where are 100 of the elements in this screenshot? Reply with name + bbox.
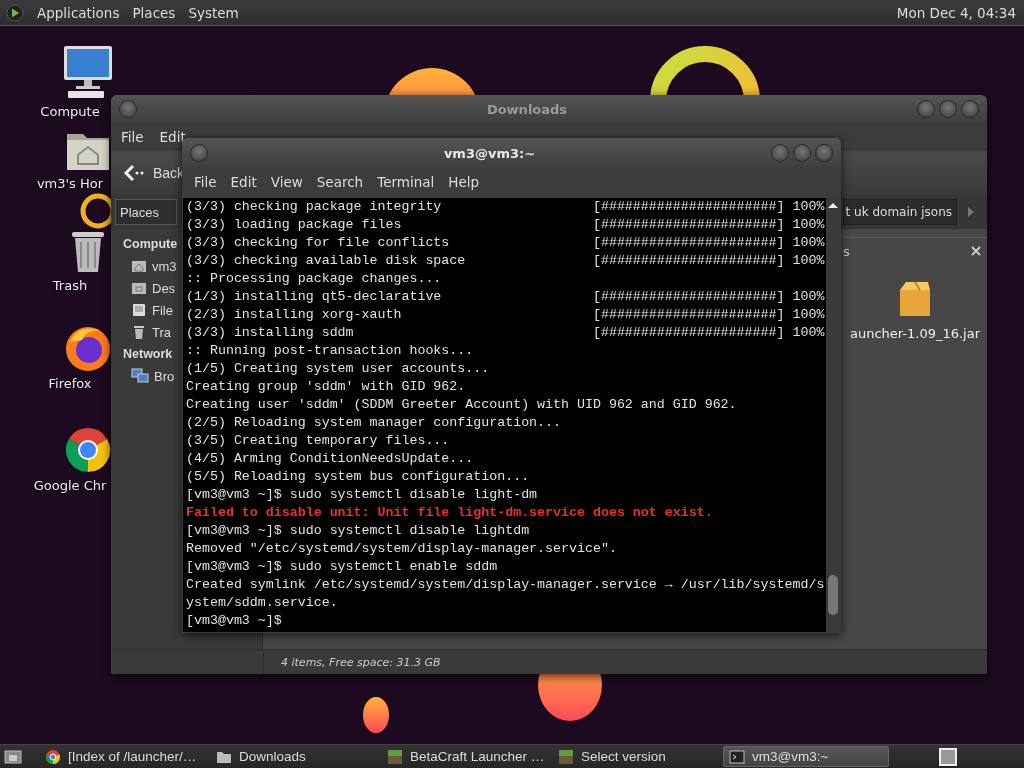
terminal-line: Created symlink /etc/systemd/system/display-manager.service → /usr/lib/systemd/s — [186, 576, 826, 594]
grass-block-icon — [558, 748, 574, 765]
terminal-line: (3/3) installing sddm — [186, 324, 355, 342]
window-control-button[interactable] — [815, 144, 833, 162]
play-logo-icon — [6, 3, 24, 22]
terminal-line: (3/3) loading package files — [186, 216, 403, 234]
progress-bar-text: [######################] — [592, 253, 785, 268]
panel-menu[interactable]: Places — [132, 4, 176, 21]
workspace-switcher-icon[interactable] — [938, 747, 958, 766]
path-button[interactable]: t uk domain jsons — [842, 199, 957, 225]
error-line: Failed to disable unit: Unit file light-dm.service does not exist. — [186, 504, 714, 522]
window-title: vm3@vm3:~ — [442, 145, 537, 161]
menu-item[interactable]: View — [264, 172, 309, 192]
file-name[interactable]: auncher-1.09_16.jar — [849, 326, 981, 341]
desktop-icon-label[interactable]: Trash — [30, 278, 110, 293]
window-control-button[interactable] — [119, 100, 137, 118]
terminal-line: [vm3@vm3 ~]$ sudo systemctl disable light-dm — [186, 486, 539, 504]
taskbar-button[interactable]: Select version — [552, 746, 718, 767]
percent-text: 100% — [792, 307, 825, 322]
terminal-line: ystem/sddm.service. — [186, 594, 339, 612]
window-control-button[interactable] — [917, 100, 935, 118]
sidebar-item[interactable]: Bro — [154, 368, 175, 384]
menu-item[interactable]: Help — [442, 172, 486, 192]
window-control-button[interactable] — [793, 144, 811, 162]
sidebar-item[interactable]: vm3 — [152, 258, 177, 274]
terminal-line: (4/5) Arming ConditionNeedsUpdate... — [186, 450, 475, 468]
sidebar-item[interactable]: Des — [152, 280, 176, 296]
window-control-button[interactable] — [939, 100, 957, 118]
scroll-right-icon[interactable] — [967, 206, 975, 218]
terminal-line: (1/3) installing qt5-declarative — [186, 288, 443, 306]
sidebar-heading: Network — [123, 347, 173, 361]
menu-item[interactable]: Search — [310, 172, 370, 192]
desktop-icon-label[interactable]: Firefox — [30, 376, 110, 391]
terminal-line: Creating user 'sddm' (SDDM Greeter Account) with UID 962 and GID 962. — [186, 396, 738, 414]
terminal-line: (3/3) checking package integrity — [186, 198, 443, 216]
progress-bar-text: [######################] — [592, 235, 785, 250]
clock[interactable]: Mon Dec 4, 04:34 — [896, 4, 1016, 21]
progress-bar-text: [######################] — [592, 199, 785, 214]
computer-icon — [61, 44, 114, 100]
scrollbar-thumb[interactable] — [828, 575, 838, 615]
menu-item[interactable]: Edit — [153, 127, 192, 147]
percent-text: 100% — [792, 235, 825, 250]
terminal-line: (2/5) Reloading system manager configuration... — [186, 414, 563, 432]
taskbar-button[interactable]: BetaCraft Launcher … — [381, 746, 547, 767]
terminal-line: Removed "/etc/systemd/system/display-manager.service". — [186, 540, 618, 558]
sidebar-heading: Compute — [123, 237, 178, 251]
places-dropdown[interactable]: Places — [115, 199, 177, 225]
progress-bar-text: [######################] — [592, 325, 785, 340]
drive-icon — [131, 302, 147, 318]
percent-text: 100% — [792, 253, 825, 268]
trash-icon — [131, 324, 147, 340]
terminal-line: (1/5) Creating system user accounts... — [186, 360, 491, 378]
terminal-line: (2/3) installing xorg-xauth — [186, 306, 403, 324]
terminal-icon — [729, 748, 745, 765]
close-icon[interactable] — [971, 246, 981, 256]
desktop-icon-label[interactable]: vm3's Hor — [30, 176, 110, 191]
back-arrow-icon[interactable] — [123, 164, 145, 182]
grass-block-icon — [387, 748, 403, 765]
scroll-up-icon[interactable] — [828, 202, 838, 208]
menu-item[interactable]: Terminal — [371, 172, 441, 192]
taskbar-button[interactable]: vm3@vm3:~ — [723, 746, 889, 767]
status-text: 4 items, Free space: 31.3 GB — [280, 655, 441, 669]
terminal-line: [vm3@vm3 ~]$ sudo systemctl enable sddm — [186, 558, 499, 576]
chrome-icon — [45, 748, 61, 765]
progress-bar-text: [######################] — [592, 289, 785, 304]
panel-menu[interactable]: Applications — [37, 4, 120, 21]
progress-bar-text: [######################] — [592, 307, 785, 322]
progress-bar-text: [######################] — [592, 217, 785, 232]
desktop-icon-label[interactable]: Compute — [30, 104, 110, 119]
window-control-button[interactable] — [771, 144, 789, 162]
percent-text: 100% — [792, 217, 825, 232]
window-control-button[interactable] — [961, 100, 979, 118]
terminal-line: Creating group 'sddm' with GID 962. — [186, 378, 467, 396]
network-icon — [131, 368, 149, 384]
percent-text: 100% — [792, 289, 825, 304]
menu-item[interactable]: File — [115, 127, 150, 147]
back-button[interactable]: Back — [153, 165, 185, 181]
terminal-line: (3/3) checking available disk space — [186, 252, 467, 270]
percent-text: 100% — [792, 325, 825, 340]
pane-title: s — [843, 243, 851, 259]
taskbar-button[interactable]: Downloads — [210, 746, 376, 767]
menu-item[interactable]: Edit — [224, 172, 263, 192]
home-folder-icon — [131, 258, 147, 274]
sidebar-item[interactable]: Tra — [152, 324, 172, 340]
panel-menu[interactable]: System — [188, 4, 239, 21]
terminal-line: :: Processing package changes... — [186, 270, 443, 288]
window-title: Downloads — [485, 101, 569, 117]
terminal-line: (3/3) checking for file conflicts — [186, 234, 451, 252]
desktop-icon-label[interactable]: Google Chr — [30, 478, 110, 493]
terminal-line: (3/5) Creating temporary files... — [186, 432, 451, 450]
percent-text: 100% — [792, 199, 825, 214]
folder-icon — [131, 280, 147, 296]
firefox-icon — [63, 324, 112, 372]
window-control-button[interactable] — [190, 144, 208, 162]
menu-item[interactable]: File — [188, 172, 223, 192]
show-desktop-icon[interactable] — [4, 748, 22, 765]
terminal-line: [vm3@vm3 ~]$ sudo systemctl disable lightdm — [186, 522, 531, 540]
taskbar-button[interactable]: [Index of /launcher/… — [39, 746, 205, 767]
sidebar-item[interactable]: File — [152, 302, 173, 318]
chrome-icon — [63, 426, 112, 474]
